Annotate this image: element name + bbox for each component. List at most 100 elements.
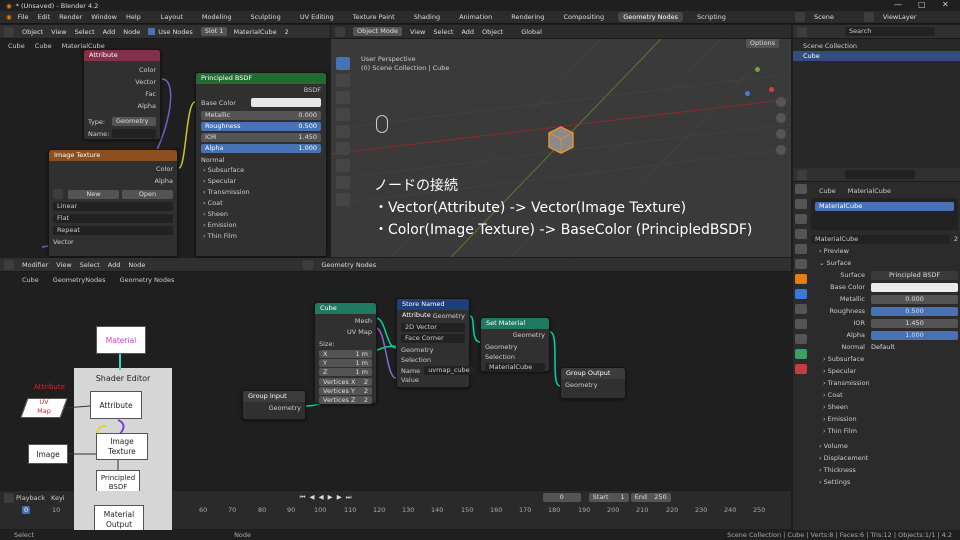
menu-window[interactable]: Window [91, 13, 117, 21]
gizmo-z-icon[interactable] [745, 91, 750, 96]
metallic-field[interactable]: 0.000 [871, 294, 958, 304]
bsdf-out[interactable]: BSDF [196, 84, 326, 96]
gizmo-y-icon[interactable] [755, 67, 760, 72]
current-frame-field[interactable]: 0 [542, 493, 581, 502]
attr-out-alpha[interactable]: Alpha [88, 100, 156, 112]
scale-tool-icon[interactable] [336, 125, 350, 138]
render-tab-icon[interactable] [795, 199, 807, 209]
settings-panel[interactable]: › Settings [811, 476, 958, 488]
bsdf-sheen[interactable]: › Sheen [203, 209, 319, 220]
minimize-button[interactable]: — [894, 0, 902, 9]
set-material-out-geometry[interactable]: Geometry [481, 329, 549, 341]
end-frame-field[interactable]: End 250 [630, 493, 671, 502]
store-named-attribute-node[interactable]: Store Named Attribute Geometry 2D Vector… [396, 298, 474, 388]
tab-animation[interactable]: Animation [454, 12, 497, 22]
tab-geometry-nodes[interactable]: Geometry Nodes [618, 12, 684, 22]
tab-rendering[interactable]: Rendering [506, 12, 549, 22]
menu-file[interactable]: File [18, 13, 29, 21]
ior-field[interactable]: 1.450 [871, 318, 958, 328]
material-slot-list[interactable]: MaterialCube [811, 198, 958, 230]
start-frame-field[interactable]: Start 1 [588, 493, 629, 502]
zoom-icon[interactable] [776, 97, 786, 107]
bsdf-coat[interactable]: › Coat [203, 198, 319, 209]
gn-cube-size-y[interactable]: Y1 m [319, 359, 372, 367]
menu-render[interactable]: Render [59, 13, 82, 21]
scene-selector[interactable]: Scene ViewLayer [795, 12, 925, 22]
viewport-editor-icon[interactable] [335, 26, 345, 37]
menu-edit[interactable]: Edit [38, 13, 51, 21]
bsdf-subsurface[interactable]: › Subsurface [203, 165, 319, 176]
gn-cube-size-x[interactable]: X1 m [319, 350, 372, 358]
set-material-node[interactable]: Set Material Geometry Geometry Selection… [480, 317, 550, 372]
set-material-in-geometry[interactable]: Geometry [485, 342, 545, 352]
bsdf-metallic[interactable]: Metallic 0.000 [201, 111, 321, 120]
scene-tab-icon[interactable] [795, 244, 807, 254]
roughness-field[interactable]: 0.500 [871, 306, 958, 316]
attr-out-vector[interactable]: Vector [88, 76, 156, 88]
gn-cube-vertices-y[interactable]: Vertices Y2 [319, 387, 372, 395]
mode-dropdown[interactable]: Object Mode [353, 27, 402, 36]
outliner-editor-icon[interactable] [797, 26, 807, 37]
blender-menu-icon[interactable]: ◉ [6, 13, 12, 21]
scene-collection-row[interactable]: Scene Collection [803, 41, 950, 51]
cube-object[interactable] [546, 125, 576, 155]
principled-bsdf-node[interactable]: Principled BSDF BSDF Base Color Metallic… [195, 72, 327, 257]
tab-texture-paint[interactable]: Texture Paint [348, 12, 400, 22]
store-attr-in-selection[interactable]: Selection [401, 355, 465, 365]
bsdf-specular[interactable]: › Specular [203, 176, 319, 187]
base-color-swatch[interactable] [871, 282, 958, 292]
pan-hand-icon[interactable] [776, 113, 786, 123]
rotate-tool-icon[interactable] [336, 108, 350, 121]
attr-type-dropdown[interactable]: Geometry [112, 117, 156, 126]
tab-scripting[interactable]: Scripting [692, 12, 731, 22]
bsdf-thin-film[interactable]: › Thin Film [203, 231, 319, 242]
store-attr-name-field[interactable]: uvmap_cube [424, 366, 474, 375]
surface-dropdown[interactable]: Principled BSDF [871, 270, 958, 280]
bsdf-roughness[interactable]: Roughness 0.500 [201, 122, 321, 131]
3d-viewport[interactable]: Object Mode View Select Add Object Globa… [331, 25, 791, 257]
attr-out-color[interactable]: Color [88, 64, 156, 76]
playback-controls[interactable]: ⏮ ◀ ◀ ▶ ▶ ⏭ [300, 493, 353, 502]
store-attr-domain-dropdown[interactable]: Face Corner [401, 334, 465, 343]
view-layer-tab-icon[interactable] [795, 229, 807, 239]
group-output-in-geometry[interactable]: Geometry [561, 379, 625, 391]
gn-cube-vertices-z[interactable]: Vertices Z2 [319, 396, 372, 404]
playback-menu[interactable]: Playback [16, 494, 45, 502]
thin-film-panel[interactable]: › Thin Film [811, 425, 958, 437]
tab-uv-editing[interactable]: UV Editing [295, 12, 339, 22]
bsdf-ior[interactable]: IOR 1.450 [201, 133, 321, 142]
img-out-color[interactable]: Color [53, 163, 173, 175]
sheen-panel[interactable]: › Sheen [811, 401, 958, 413]
properties-search[interactable] [845, 170, 915, 179]
alpha-field[interactable]: 1.000 [871, 330, 958, 340]
bsdf-base-color-swatch[interactable] [251, 98, 321, 107]
frame-cursor[interactable]: 0 [22, 506, 31, 514]
maximize-button[interactable]: □ [918, 0, 926, 9]
specular-panel[interactable]: › Specular [811, 365, 958, 377]
attr-name-field[interactable] [112, 129, 156, 138]
gizmo-x-icon[interactable] [769, 87, 774, 92]
vp-menu-add[interactable]: Add [461, 28, 474, 36]
gn-cube-size-z[interactable]: Z1 m [319, 368, 372, 376]
outliner-search[interactable]: Search [845, 27, 935, 36]
cursor-tool-icon[interactable] [336, 74, 350, 87]
attr-out-fac[interactable]: Fac [88, 88, 156, 100]
set-material-in-selection[interactable]: Selection [485, 352, 545, 362]
tab-compositing[interactable]: Compositing [558, 12, 609, 22]
bsdf-normal[interactable]: Normal [196, 155, 326, 165]
volume-panel[interactable]: › Volume [811, 440, 958, 452]
camera-view-icon[interactable] [776, 129, 786, 139]
add-cube-tool-icon[interactable] [336, 193, 350, 206]
img-in-vector[interactable]: Vector [49, 238, 177, 246]
store-attr-in-geometry[interactable]: Geometry [401, 345, 465, 355]
tool-tab-icon[interactable] [795, 184, 807, 194]
world-tab-icon[interactable] [795, 259, 807, 269]
transmission-panel[interactable]: › Transmission [811, 377, 958, 389]
projection-dropdown[interactable]: Flat [53, 214, 173, 223]
bsdf-transmission[interactable]: › Transmission [203, 187, 319, 198]
image-new-button[interactable]: New [68, 189, 119, 199]
gn-cube-node[interactable]: Cube Mesh UV Map Size: X1 m Y1 m Z1 m Ve… [314, 302, 377, 404]
constraints-tab-icon[interactable] [795, 334, 807, 344]
material-slot-item[interactable]: MaterialCube [815, 202, 954, 211]
bsdf-alpha[interactable]: Alpha 1.000 [201, 144, 321, 153]
